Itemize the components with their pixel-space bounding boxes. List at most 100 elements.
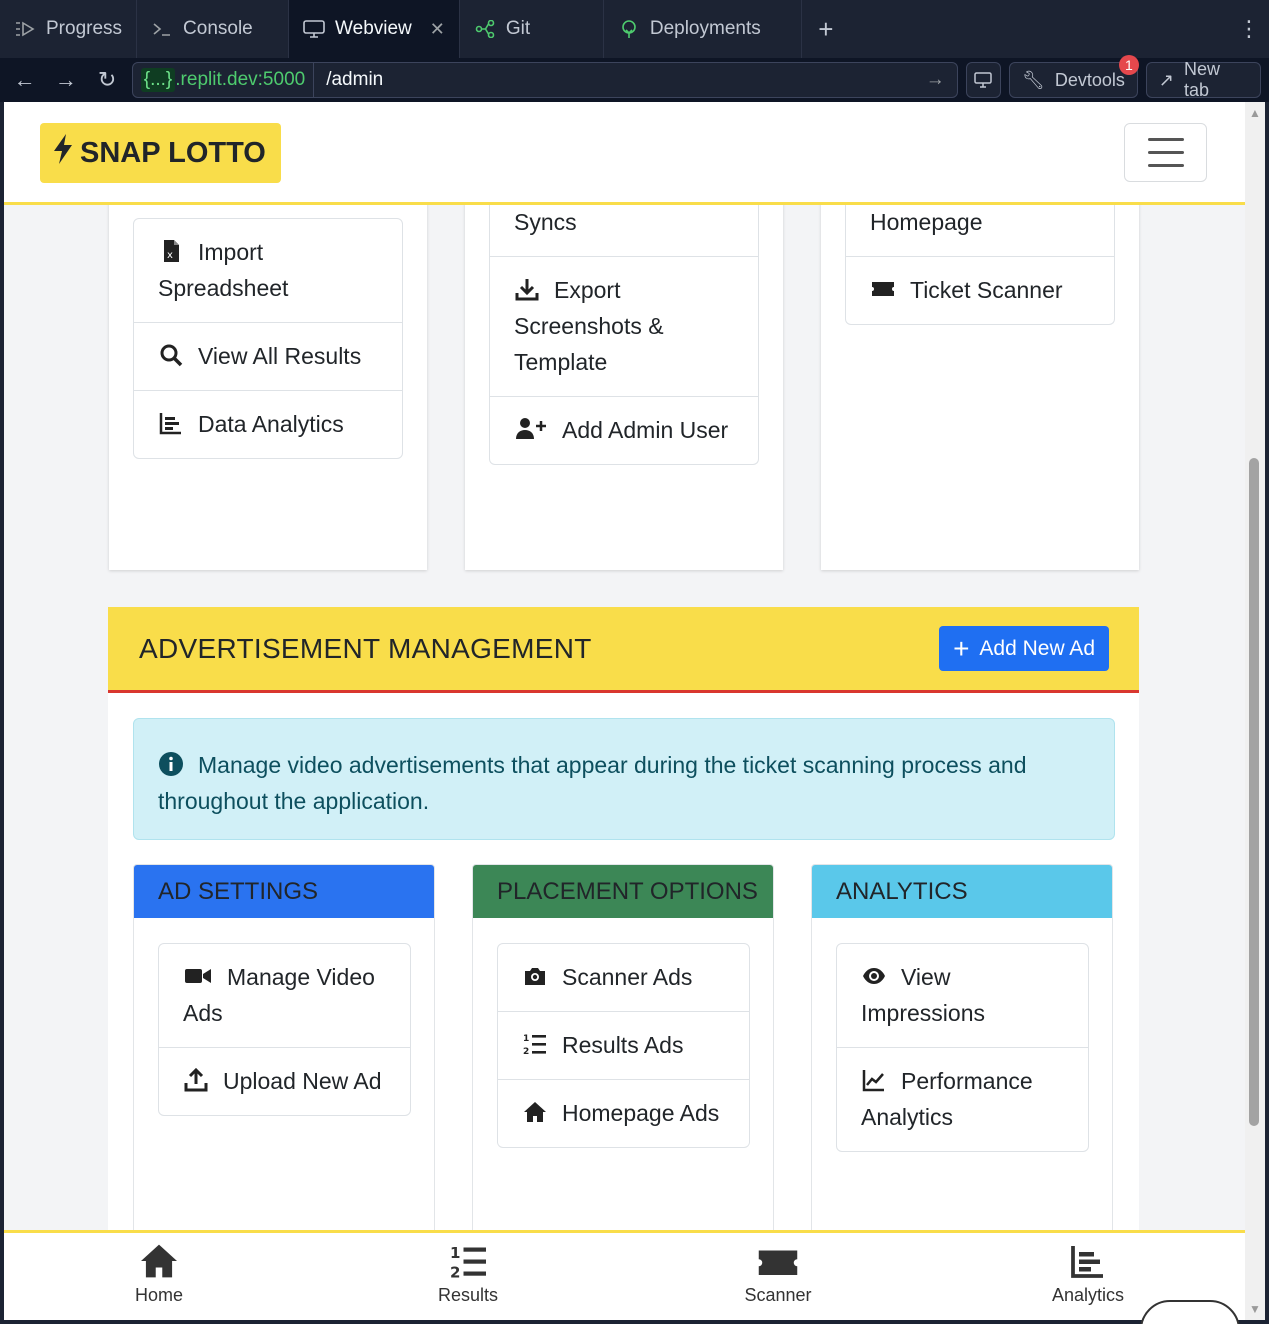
- go-arrow-icon[interactable]: →: [926, 69, 957, 91]
- search-icon: [158, 341, 184, 367]
- numbered-list-icon: 12: [450, 1244, 486, 1279]
- section-title: ADVERTISEMENT MANAGEMENT: [139, 633, 592, 664]
- webview: x Import Spreadsheet View All Results Dat…: [4, 102, 1245, 1320]
- file-excel-icon: x: [158, 237, 184, 262]
- eye-icon: [861, 962, 887, 986]
- tab-webview[interactable]: Webview ✕: [289, 0, 460, 58]
- url-host: {...} .replit.dev:5000: [133, 63, 315, 97]
- ad-settings-header: AD SETTINGS: [134, 865, 434, 918]
- monitor-icon: [974, 72, 993, 88]
- plus-icon: +: [953, 632, 970, 664]
- user-plus-icon: [514, 415, 548, 439]
- management-links-list: Manage Data Syncs Export Screenshots & T…: [489, 168, 759, 465]
- nav-analytics[interactable]: Analytics: [1008, 1243, 1168, 1306]
- list-item-homepage-ads[interactable]: Homepage Ads: [498, 1080, 749, 1147]
- list-item-upload-new-ad[interactable]: Upload New Ad: [159, 1048, 410, 1115]
- progress-icon: [14, 18, 36, 40]
- bar-chart-icon: [158, 409, 184, 435]
- url-input[interactable]: {...} .replit.dev:5000 /admin →: [131, 62, 958, 98]
- hamburger-line: [1147, 138, 1184, 141]
- more-options-icon[interactable]: ⋮: [1229, 0, 1269, 58]
- hamburger-line: [1147, 164, 1184, 167]
- info-alert: Manage video advertisements that appear …: [133, 718, 1115, 840]
- home-icon: [522, 1098, 548, 1122]
- terminal-icon: [151, 18, 173, 40]
- list-item-results-ads[interactable]: 1 2 Results Ads: [498, 1012, 749, 1080]
- video-icon: [183, 962, 213, 986]
- info-circle-icon: [158, 751, 184, 777]
- download-icon: [514, 275, 540, 301]
- list-item-view-impressions[interactable]: View Impressions: [837, 944, 1088, 1048]
- add-tab-button[interactable]: +: [802, 0, 850, 58]
- line-chart-icon: [861, 1066, 887, 1092]
- tab-label: Progress: [46, 18, 123, 39]
- tab-git[interactable]: Git: [460, 0, 604, 58]
- nav-home[interactable]: Home: [79, 1243, 239, 1306]
- app-header: SNAP LOTTO: [4, 102, 1245, 205]
- placement-options-header: PLACEMENT OPTIONS: [473, 865, 773, 918]
- add-new-ad-button[interactable]: + Add New Ad: [939, 626, 1109, 671]
- placement-options-list: Scanner Ads 1 2 Results Ads Homepage Ads: [497, 943, 750, 1148]
- ad-management-header: ADVERTISEMENT MANAGEMENT + Add New Ad: [108, 607, 1139, 693]
- list-item-ticket-scanner[interactable]: Ticket Scanner: [846, 257, 1114, 324]
- list-item-manage-video-ads[interactable]: Manage Video Ads: [159, 944, 410, 1048]
- list-item-scanner-ads[interactable]: Scanner Ads: [498, 944, 749, 1012]
- forward-button[interactable]: →: [49, 63, 82, 97]
- tab-label: Git: [505, 18, 531, 39]
- list-item-performance-analytics[interactable]: Performance Analytics: [837, 1048, 1088, 1151]
- ticket-icon: [870, 275, 896, 299]
- tab-deployments[interactable]: Deployments: [604, 0, 802, 58]
- svg-text:1: 1: [523, 1034, 529, 1044]
- admin-card-data: x Import Spreadsheet View All Results Dat…: [109, 162, 427, 570]
- ad-settings-card: AD SETTINGS Manage Video Ads Upload New …: [133, 864, 435, 1234]
- placement-options-card: PLACEMENT OPTIONS Scanner Ads 1 2 Results …: [472, 864, 774, 1234]
- list-item-data-analytics[interactable]: Data Analytics: [134, 391, 402, 458]
- list-item-import-spreadsheet[interactable]: x Import Spreadsheet: [134, 219, 402, 323]
- hamburger-line: [1147, 151, 1184, 154]
- new-tab-button[interactable]: ↗ New tab: [1145, 59, 1262, 100]
- data-links-list: x Import Spreadsheet View All Results Dat…: [133, 218, 403, 459]
- assistant-bubble[interactable]: [1140, 1300, 1240, 1324]
- tab-console[interactable]: Console: [137, 0, 290, 58]
- scrollbar[interactable]: ▲ ▼: [1245, 102, 1265, 1320]
- tab-label: Webview: [335, 18, 412, 39]
- scroll-down-arrow-icon[interactable]: ▼: [1249, 1302, 1261, 1316]
- ticket-icon: [758, 1250, 798, 1275]
- upload-icon: [183, 1066, 209, 1092]
- nav-results[interactable]: 12 Results: [388, 1243, 548, 1306]
- bolt-icon: [52, 134, 74, 172]
- close-icon[interactable]: ✕: [430, 19, 445, 40]
- bar-chart-icon: [1071, 1246, 1103, 1278]
- wrench-icon: 🔧︎: [1022, 69, 1045, 90]
- back-button[interactable]: ←: [8, 63, 41, 97]
- reload-button[interactable]: ↻: [91, 63, 124, 97]
- tab-progress[interactable]: Progress: [0, 0, 138, 58]
- ad-settings-list: Manage Video Ads Upload New Ad: [158, 943, 411, 1116]
- scrollbar-thumb[interactable]: [1249, 458, 1259, 1126]
- brand-logo[interactable]: SNAP LOTTO: [40, 123, 281, 183]
- analytics-list: View Impressions Performance Analytics: [836, 943, 1089, 1152]
- scroll-up-arrow-icon[interactable]: ▲: [1249, 106, 1261, 120]
- monitor-icon: [303, 18, 325, 40]
- camera-icon: [522, 962, 548, 986]
- devtools-button[interactable]: 🔧︎ Devtools 1: [1009, 55, 1139, 98]
- home-icon: [141, 1244, 177, 1278]
- bottom-nav: Home 12 Results Scanner Analytics: [4, 1230, 1245, 1320]
- external-link-icon: ↗: [1158, 69, 1174, 90]
- list-item-export-screenshots[interactable]: Export Screenshots & Template: [490, 257, 758, 397]
- screen-size-button[interactable]: [965, 62, 1001, 98]
- svg-text:2: 2: [523, 1047, 529, 1056]
- admin-card-management: Manage Data Syncs Export Screenshots & T…: [465, 162, 783, 570]
- nav-scanner[interactable]: Scanner: [698, 1243, 858, 1306]
- deployments-icon: [618, 18, 640, 40]
- notification-badge: 1: [1118, 55, 1139, 75]
- list-item-view-all-results[interactable]: View All Results: [134, 323, 402, 391]
- menu-toggle-button[interactable]: [1124, 123, 1207, 182]
- list-item-add-admin-user[interactable]: Add Admin User: [490, 397, 758, 464]
- address-bar: ← → ↻ {...} .replit.dev:5000 /admin → 🔧︎ …: [0, 55, 1269, 102]
- tab-label: Deployments: [649, 18, 761, 39]
- svg-text:x: x: [167, 250, 173, 261]
- git-icon: [474, 18, 496, 40]
- numbered-list-icon: 12: [522, 1030, 548, 1057]
- ad-management-body: Manage video advertisements that appear …: [108, 693, 1139, 1320]
